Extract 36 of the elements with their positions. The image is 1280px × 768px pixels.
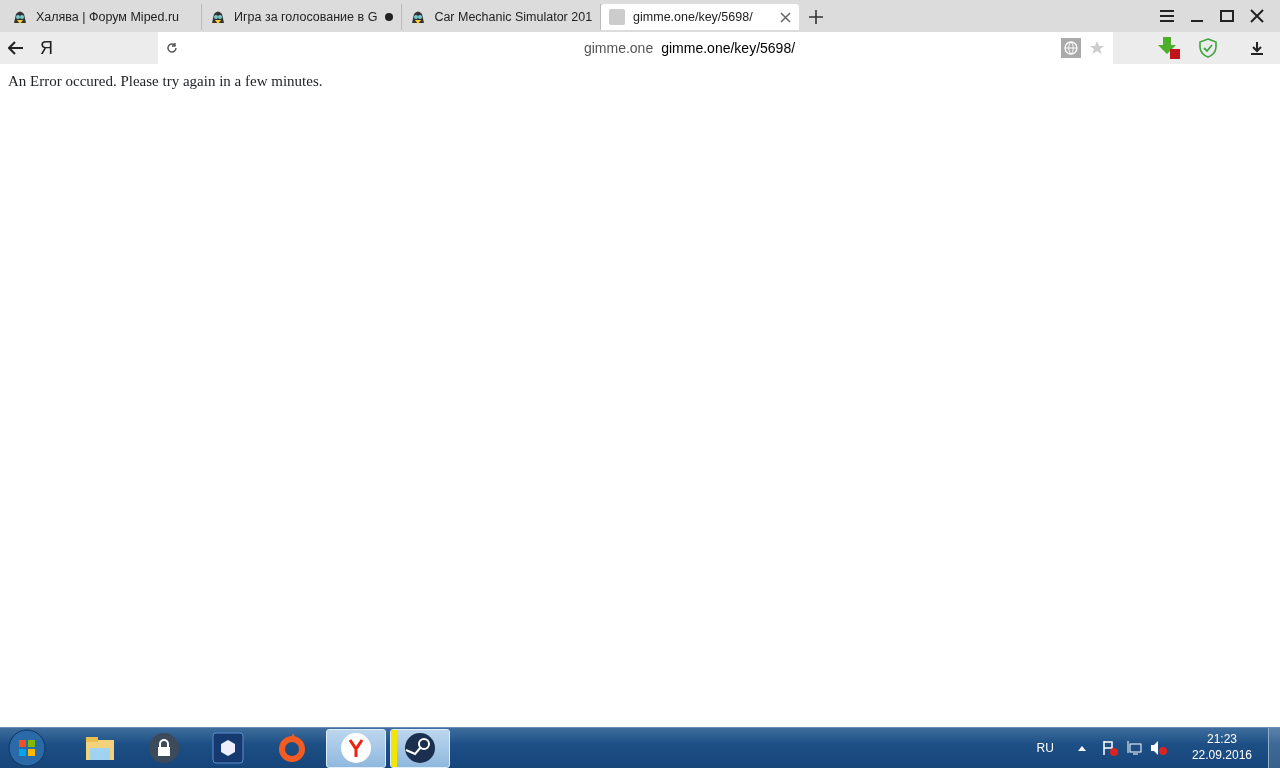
start-button[interactable] xyxy=(8,729,46,767)
flag-icon[interactable] xyxy=(1101,740,1118,756)
tray-expand-icon[interactable] xyxy=(1077,745,1086,751)
browser-logo[interactable]: Я xyxy=(40,34,53,62)
taskbar-button[interactable] xyxy=(390,728,450,768)
bird-icon xyxy=(210,9,226,25)
new-tab-icon[interactable] xyxy=(809,10,824,24)
page-icon xyxy=(609,9,626,25)
cube-icon xyxy=(212,732,244,764)
browser-icon xyxy=(340,732,372,764)
download-icon[interactable] xyxy=(1250,41,1264,55)
bird-icon xyxy=(12,9,28,25)
show-desktop-button[interactable] xyxy=(1268,728,1280,768)
address-bar[interactable]: gimme.one gimme.one/key/5698/ xyxy=(158,32,1113,64)
address-url[interactable]: gimme.one/key/5698/ xyxy=(661,37,796,59)
network-icon[interactable] xyxy=(1125,740,1142,756)
reload-icon[interactable] xyxy=(166,42,178,54)
ring-icon xyxy=(276,732,308,764)
download-extension-icon[interactable] xyxy=(1158,37,1182,59)
maximize-icon[interactable] xyxy=(1220,9,1234,23)
browser-tab[interactable]: Халява | Форум Miped.ru xyxy=(4,4,202,30)
browser-tab[interactable]: Игра за голосование в G xyxy=(202,4,403,30)
close-icon[interactable] xyxy=(1250,9,1264,23)
address-host: gimme.one xyxy=(583,38,654,58)
lock-icon xyxy=(148,732,180,764)
bird-icon xyxy=(410,9,427,25)
speaker-muted-icon[interactable] xyxy=(1149,740,1168,756)
browser-tab[interactable]: gimme.one/key/5698/ xyxy=(601,4,800,30)
menu-icon[interactable] xyxy=(1160,9,1174,23)
error-message: An Error occured. Please try again in a few minutes. xyxy=(7,72,324,91)
star-icon[interactable] xyxy=(1089,40,1105,56)
language-indicator[interactable]: RU xyxy=(1036,739,1054,757)
shield-icon[interactable] xyxy=(1198,38,1218,58)
back-button[interactable] xyxy=(8,41,24,55)
clock[interactable]: 21:23 22.09.2016 xyxy=(1191,732,1252,764)
close-icon[interactable] xyxy=(780,11,792,23)
